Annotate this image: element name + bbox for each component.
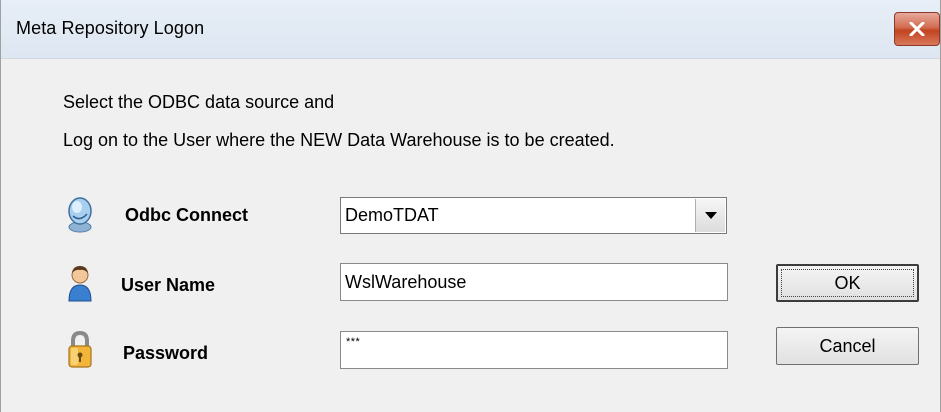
odbc-connect-select[interactable]: DemoTDAT — [340, 197, 727, 234]
instruction-line-2: Log on to the User where the NEW Data Wa… — [63, 130, 615, 150]
title-bar[interactable]: Meta Repository Logon — [1, 0, 940, 59]
user-icon — [65, 263, 95, 303]
password-masked-value: *** — [346, 336, 361, 348]
dropdown-button[interactable] — [695, 199, 725, 232]
user-name-input[interactable] — [340, 263, 728, 301]
odbc-connect-label: Odbc Connect — [125, 205, 249, 225]
chevron-down-icon — [704, 207, 717, 225]
close-button[interactable] — [894, 12, 940, 46]
logon-dialog: Meta Repository Logon Select the ODBC da… — [0, 0, 941, 412]
close-icon — [909, 22, 925, 36]
ok-button[interactable]: OK — [776, 264, 919, 302]
password-input[interactable]: *** — [340, 331, 728, 369]
instruction-line-1: Select the ODBC data source and — [63, 92, 335, 112]
odbc-connect-icon — [65, 194, 95, 234]
password-label: Password — [123, 343, 209, 363]
cancel-button-label: Cancel — [819, 335, 876, 356]
lock-icon — [65, 330, 95, 370]
cancel-button[interactable]: Cancel — [776, 327, 919, 365]
odbc-connect-value: DemoTDAT — [345, 205, 439, 225]
focus-rectangle — [781, 269, 914, 297]
user-name-label: User Name — [121, 275, 216, 295]
window-title: Meta Repository Logon — [16, 18, 205, 38]
